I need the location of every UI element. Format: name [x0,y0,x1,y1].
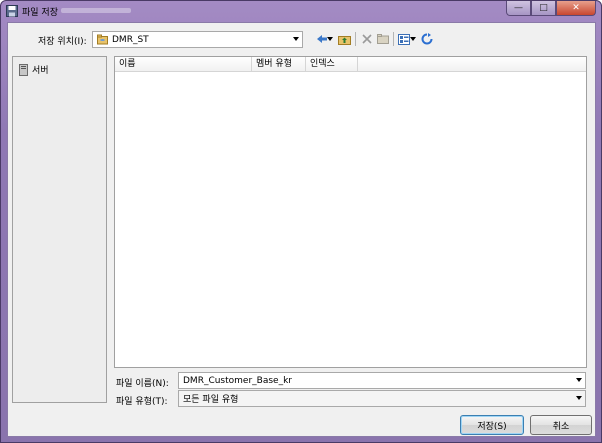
close-button[interactable]: ✕ [556,1,596,16]
column-header-empty [358,57,586,72]
minimize-button[interactable]: — [506,1,531,16]
cancel-button[interactable]: 취소 [530,415,592,435]
save-file-dialog: 파일 저장 — □ ✕ 저장 위치(I): DMR_ST 서버 이름 멤버 유형… [0,0,602,443]
folder-db-icon [97,34,108,45]
places-bar: 서버 [12,56,107,403]
new-folder-icon[interactable] [376,32,390,46]
dialog-body: 저장 위치(I): DMR_ST 서버 이름 멤버 유형 인덱스 파일 이름(N… [7,22,596,437]
refresh-icon[interactable] [420,32,434,46]
filename-value: DMR_Customer_Base_kr [183,375,292,386]
column-header-index[interactable]: 인덱스 [306,57,358,72]
up-folder-icon[interactable] [337,32,351,46]
toolbar-separator [393,32,394,46]
filename-label: 파일 이름(N): [116,379,169,389]
save-button[interactable]: 저장(S) [460,415,524,435]
filetype-value: 모든 파일 유형 [183,395,239,405]
chevron-down-icon [576,396,582,400]
places-item-server[interactable]: 서버 [19,63,49,76]
location-combo[interactable]: DMR_ST [92,31,303,48]
places-item-label: 서버 [32,66,49,76]
view-dropdown-icon[interactable] [409,32,417,46]
filetype-label: 파일 유형(T): [116,397,168,407]
location-value: DMR_ST [112,34,149,45]
file-list[interactable]: 이름 멤버 유형 인덱스 [114,56,587,368]
back-dropdown-icon[interactable] [326,32,334,46]
toolbar-separator [355,32,356,46]
column-header-member-type[interactable]: 멤버 유형 [252,57,306,72]
column-header-name[interactable]: 이름 [115,57,252,72]
server-icon [19,63,28,76]
maximize-button[interactable]: □ [531,1,556,16]
title-blurred-region [61,8,131,13]
delete-icon[interactable] [360,32,374,46]
filetype-select[interactable]: 모든 파일 유형 [178,390,586,407]
location-label: 저장 위치(I): [38,37,87,47]
filename-input[interactable]: DMR_Customer_Base_kr [178,372,586,389]
window-title: 파일 저장 [22,8,58,18]
chevron-down-icon [576,378,582,382]
save-disk-icon [6,5,18,17]
title-bar[interactable]: 파일 저장 — □ ✕ [1,1,601,21]
chevron-down-icon [293,37,299,41]
